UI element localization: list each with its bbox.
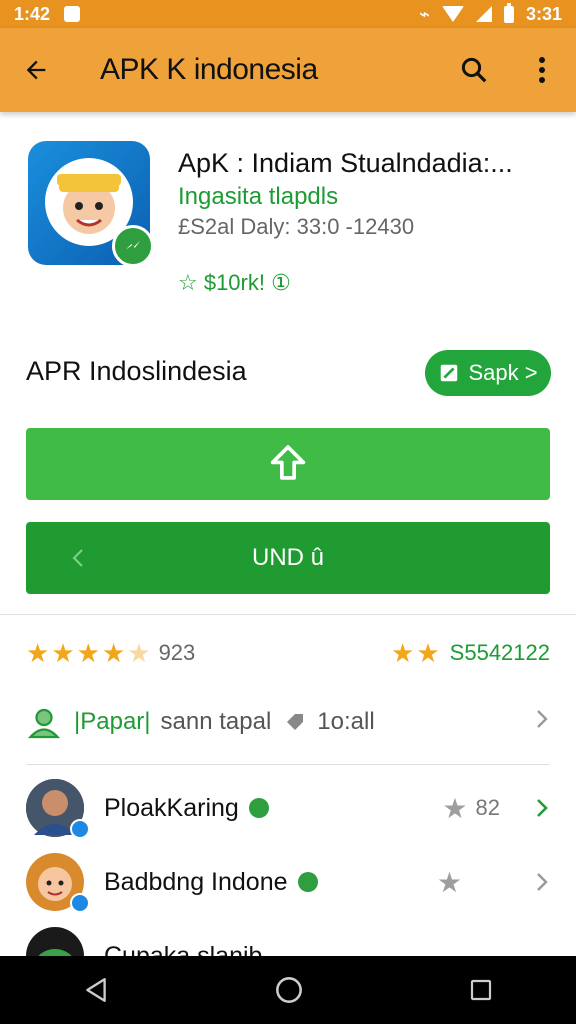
info-sub-1: sann tapal	[160, 708, 272, 735]
rating-stars-left: ★ ★ ★ ★ ★ 923	[26, 640, 195, 666]
rating-badge: ☆ $10rk! ①	[178, 270, 291, 295]
info-label: |Papar|	[74, 708, 151, 735]
developer-link[interactable]: Ingasita tlapdls	[178, 183, 338, 211]
info-row[interactable]: |Papar| sann tapal 1o:all	[26, 700, 550, 744]
star-icon: ★	[442, 792, 468, 824]
divider	[26, 764, 550, 765]
info-sub-2: 1o:all	[317, 708, 375, 735]
battery-icon	[503, 2, 514, 23]
app-name: ApK : Indiam Stualndadia:...	[178, 148, 513, 178]
notification-icon	[64, 6, 81, 22]
status-time: 1:42	[14, 3, 51, 24]
chevron-right-icon	[537, 799, 548, 817]
messenger-mini-icon	[70, 893, 90, 913]
back-arrow-icon	[26, 60, 46, 80]
back-button[interactable]	[14, 48, 58, 92]
more-options-button[interactable]	[522, 50, 562, 90]
star-icon: ★	[436, 866, 462, 898]
search-button[interactable]	[454, 50, 494, 90]
list-item-name: PloakKaring	[104, 793, 239, 822]
avatar	[26, 853, 90, 913]
wifi-icon	[441, 6, 464, 22]
bluetooth-icon: ⌁	[419, 3, 430, 24]
status-bar: 1:42 ⌁ 3:31	[0, 0, 576, 28]
app-bar: APK K indonesia	[0, 28, 576, 112]
messenger-mini-icon	[70, 819, 90, 839]
search-icon	[461, 57, 487, 83]
list-item[interactable]: Badbdng Indone ★	[26, 850, 550, 914]
share-pill-button[interactable]: Sapk >	[425, 350, 551, 396]
chevron-right-icon	[534, 707, 550, 738]
app-icon	[28, 141, 154, 267]
more-vert-icon	[539, 57, 545, 83]
install-button[interactable]	[26, 428, 550, 500]
star-icon: ★	[101, 638, 126, 668]
status-time-right: 3:31	[525, 3, 562, 24]
undo-button[interactable]: UND û	[26, 522, 550, 594]
list-item-score: ★	[437, 866, 550, 899]
chevron-left-icon	[72, 549, 83, 567]
rating-count-right: S5542122	[449, 640, 550, 665]
verified-icon	[248, 798, 269, 818]
up-arrow-icon	[270, 445, 306, 480]
star-icon: ★	[51, 638, 75, 668]
score-value: 82	[475, 795, 500, 820]
chevron-right-icon	[537, 873, 548, 891]
edit-icon	[441, 364, 458, 382]
rating-count-left: 923	[158, 640, 196, 665]
system-nav-bar	[0, 956, 576, 1024]
divider	[0, 614, 576, 615]
app-bar-title: APK K indonesia	[100, 53, 318, 86]
nav-home-icon[interactable]	[275, 976, 303, 1004]
signal-icon	[475, 6, 492, 22]
star-icon: ★	[391, 638, 415, 668]
undo-button-label: UND û	[251, 544, 324, 571]
star-half-icon: ★	[127, 638, 151, 668]
list-item-name: Badbdng Indone	[104, 867, 288, 896]
messenger-badge-icon	[112, 225, 154, 267]
avatar	[26, 779, 90, 839]
star-icon: ★	[76, 638, 100, 668]
list-item[interactable]: PloakKaring ★ 82	[26, 776, 550, 840]
nav-back-icon[interactable]	[83, 976, 109, 1004]
tag-icon	[287, 714, 304, 730]
list-item-score: ★ 82	[442, 792, 550, 825]
verified-icon	[297, 872, 318, 892]
people-icon	[27, 708, 61, 739]
star-icon: ★	[26, 638, 50, 668]
nav-recents-icon[interactable]	[469, 978, 493, 1002]
section-title: APR Indoslindesia	[26, 356, 247, 386]
pill-button-label: Sapk >	[468, 360, 538, 385]
app-meta: £S2al Daly: 33:0 -12430	[178, 214, 415, 239]
star-icon: ★	[416, 638, 440, 668]
rating-stars-right: ★ ★ S5542122	[391, 640, 550, 666]
